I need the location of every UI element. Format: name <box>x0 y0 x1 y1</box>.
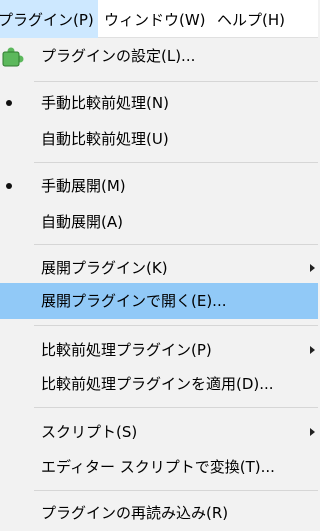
separator <box>34 81 318 82</box>
menu-item-auto-prediff[interactable]: 自動比較前処理(U) <box>0 121 318 157</box>
plugins-menu: プラグインの設定(L)... 手動比較前処理(N) 自動比較前処理(U) 手動展… <box>0 38 318 522</box>
menu-item-scripts[interactable]: スクリプト(S) <box>0 414 318 450</box>
radio-bullet-icon <box>6 183 12 189</box>
menu-item-label: エディター スクリプトで変換(T)... <box>41 458 275 476</box>
menu-item-manual-unpack[interactable]: 手動展開(M) <box>0 168 318 204</box>
menu-item-label: プラグインの設定(L)... <box>41 47 196 65</box>
menu-item-plugin-settings[interactable]: プラグインの設定(L)... <box>0 38 318 74</box>
separator <box>34 490 318 491</box>
menu-item-manual-prediff[interactable]: 手動比較前処理(N) <box>0 85 318 121</box>
menu-item-prediff-plugin[interactable]: 比較前処理プラグイン(P) <box>0 332 318 368</box>
separator <box>34 162 318 163</box>
menubar-window[interactable]: ウィンドウ(W) <box>100 0 210 38</box>
menu-item-label: 手動比較前処理(N) <box>41 94 169 112</box>
menu-item-label: プラグインの再読み込み(R) <box>41 504 229 522</box>
menu-item-reload-plugins[interactable]: プラグインの再読み込み(R) <box>0 495 318 531</box>
menu-item-auto-unpack[interactable]: 自動展開(A) <box>0 204 318 240</box>
menubar: プラグイン(P) ウィンドウ(W) ヘルプ(H) <box>0 0 318 38</box>
submenu-arrow-icon <box>310 346 315 354</box>
radio-bullet-icon <box>6 100 12 106</box>
separator <box>34 244 318 245</box>
menu-item-label: 自動比較前処理(U) <box>41 130 169 148</box>
menu-item-editor-script-transform[interactable]: エディター スクリプトで変換(T)... <box>0 449 318 485</box>
menu-item-label: 展開プラグインで開く(E)... <box>41 292 227 310</box>
menu-item-label: 自動展開(A) <box>41 213 123 231</box>
menu-item-open-with-unpack-plugin[interactable]: 展開プラグインで開く(E)... <box>0 283 318 319</box>
puzzle-piece-icon <box>0 44 26 70</box>
separator <box>34 325 318 326</box>
menu-item-unpack-plugin[interactable]: 展開プラグイン(K) <box>0 250 318 286</box>
menu-item-apply-prediff-plugin[interactable]: 比較前処理プラグインを適用(D)... <box>0 366 318 402</box>
menubar-plugins[interactable]: プラグイン(P) <box>0 0 98 38</box>
menu-item-label: 比較前処理プラグインを適用(D)... <box>41 375 274 393</box>
menu-item-label: 比較前処理プラグイン(P) <box>41 341 212 359</box>
menu-item-label: スクリプト(S) <box>41 423 138 441</box>
menubar-help[interactable]: ヘルプ(H) <box>213 0 289 38</box>
menu-item-label: 手動展開(M) <box>41 177 126 195</box>
submenu-arrow-icon <box>310 428 315 436</box>
separator <box>34 407 318 408</box>
submenu-arrow-icon <box>310 264 315 272</box>
menu-item-label: 展開プラグイン(K) <box>41 259 168 277</box>
